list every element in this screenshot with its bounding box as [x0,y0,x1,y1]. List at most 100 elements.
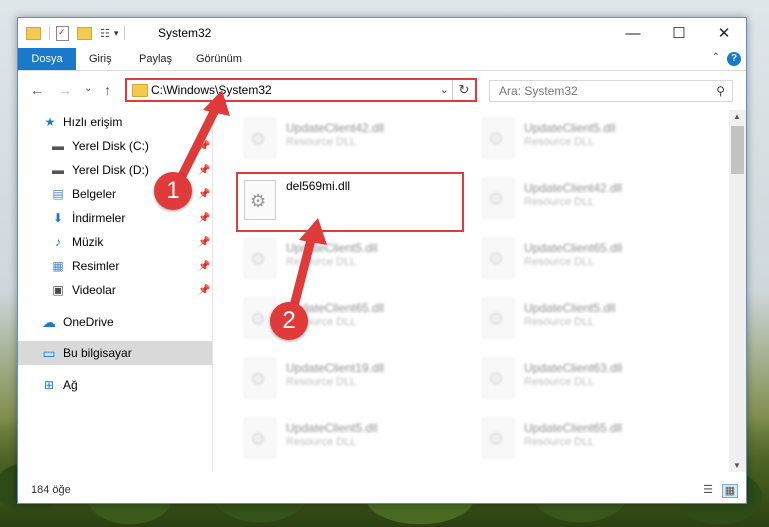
properties-icon[interactable]: ✓ [56,25,69,41]
address-bar[interactable]: C:\Windows\System32 ⌄ ↻ [125,78,477,102]
file-name: UpdateClient19.dll [286,361,385,375]
file-name: UpdateClient63.dll [524,361,623,375]
sidebar-item-onedrive[interactable]: ☁ OneDrive [18,310,212,334]
file-list: UpdateClient42.dll Resource DLL UpdateCl… [213,110,727,472]
file-type: Resource DLL [524,376,595,388]
sidebar-item-label: Belgeler [72,187,117,201]
music-icon: ♪ [55,235,61,249]
file-type: Resource DLL [286,256,357,268]
drive-icon: ▬ [52,163,64,177]
collapse-ribbon-icon[interactable]: ⌃ [712,52,720,63]
folder-icon [26,26,41,40]
dll-file-icon [482,178,514,218]
search-icon[interactable]: ⚲ [716,84,725,98]
details-view-icon[interactable]: ☰ [701,484,715,496]
tab-file[interactable]: Dosya [18,48,76,70]
dll-file-icon [482,298,514,338]
close-icon: ✕ [717,25,731,42]
sidebar-item-label: Ağ [63,378,78,392]
file-name: UpdateClient5.dll [286,421,378,435]
search-input[interactable]: Ara: System32 ⚲ [489,80,733,102]
file-type: Resource DLL [286,136,357,148]
help-icon[interactable]: ? [727,52,741,66]
navigation-pane: ★ Hızlı erişim ▬ Yerel Disk (C:) 📌 ▬ Yer… [18,110,213,472]
close-button[interactable]: ✕ [701,18,747,48]
sidebar-item-label: Yerel Disk (C:) [72,139,149,153]
sidebar-item-pictures[interactable]: ▦ Resimler 📌 [18,254,212,278]
file-item[interactable]: UpdateClient63.dll Resource DLL [476,354,706,404]
file-item[interactable]: UpdateClient42.dll Resource DLL [238,114,468,164]
pin-icon: 📌 [198,164,211,176]
separator [49,26,50,40]
file-item[interactable]: UpdateClient42.dll Resource DLL [476,174,706,224]
sidebar-item-local-disk-c[interactable]: ▬ Yerel Disk (C:) 📌 [18,134,212,158]
pin-icon: 📌 [198,188,211,200]
dll-file-icon [482,358,514,398]
highlighted-file-item[interactable]: del569mi.dll [236,172,464,232]
recent-locations-icon[interactable]: ⌄ [84,83,92,94]
file-item[interactable]: UpdateClient5.dll Resource DLL [238,414,468,464]
separator [124,26,126,40]
scroll-up-icon[interactable]: ▲ [733,112,741,121]
minimize-button[interactable]: — [610,18,656,48]
tab-home[interactable]: Giriş [89,48,112,70]
refresh-icon[interactable]: ↻ [452,80,475,100]
search-placeholder: Ara: System32 [499,84,578,98]
dll-file-icon [482,118,514,158]
download-icon: ⬇ [52,211,64,225]
file-type: Resource DLL [524,316,595,328]
drive-icon: ▬ [52,139,64,153]
file-type: Resource DLL [524,436,595,448]
new-folder-icon[interactable] [77,26,92,40]
tab-share[interactable]: Paylaş [139,48,172,70]
dll-file-icon [244,180,276,220]
sidebar-item-label: Bu bilgisayar [63,346,132,360]
network-icon: ⊞ [43,378,55,392]
pin-icon: 📌 [198,236,211,248]
file-name: del569mi.dll [286,179,351,193]
status-bar: 184 öğe ☰ ▦ [18,478,746,503]
file-item[interactable]: UpdateClient19.dll Resource DLL [238,354,468,404]
vertical-scrollbar[interactable]: ▲ ▼ [729,110,746,472]
forward-arrow-icon[interactable]: → [58,82,72,98]
dll-file-icon [482,238,514,278]
customize-dropdown-icon[interactable]: ▾ [114,28,119,39]
file-name: UpdateClient5.dll [286,241,378,255]
file-item[interactable]: UpdateClient5.dll Resource DLL [476,294,706,344]
dll-file-icon [482,418,514,458]
file-item[interactable]: UpdateClient65.dll Resource DLL [476,414,706,464]
sidebar-item-network[interactable]: ⊞ Ağ [18,373,212,397]
maximize-icon: ☐ [672,25,686,42]
sidebar-item-videos[interactable]: ▣ Videolar 📌 [18,278,212,302]
navigation-bar: ← → ⌄ ↑ C:\Windows\System32 ⌄ ↻ Ara: Sys… [18,71,746,109]
file-item[interactable]: UpdateClient5.dll Resource DLL [238,234,468,284]
item-count: 184 öğe [31,484,71,496]
maximize-button[interactable]: ☐ [656,18,702,48]
file-type: Resource DLL [286,376,357,388]
quick-access-toolbar: ✓ ☷ ▾ [26,25,126,41]
file-item[interactable]: UpdateClient65.dll Resource DLL [476,234,706,284]
up-arrow-icon[interactable]: ↑ [104,82,111,98]
sidebar-item-this-pc[interactable]: ▭ Bu bilgisayar [18,341,212,365]
star-icon: ★ [44,115,56,129]
dll-file-icon [244,418,276,458]
scroll-thumb[interactable] [731,126,744,174]
chevron-down-icon[interactable]: ⌄ [440,83,449,96]
view-options-icon[interactable]: ☷ [100,27,110,40]
sidebar-item-music[interactable]: ♪ Müzik 📌 [18,230,212,254]
tab-view[interactable]: Görünüm [196,48,242,70]
address-path[interactable]: C:\Windows\System32 [151,83,272,97]
file-type: Resource DLL [524,196,595,208]
file-name: UpdateClient42.dll [524,181,623,195]
large-icons-view-icon[interactable]: ▦ [722,484,738,498]
folder-icon [132,84,148,97]
sidebar-item-downloads[interactable]: ⬇ İndirmeler 📌 [18,206,212,230]
back-arrow-icon[interactable]: ← [30,82,44,98]
file-name: UpdateClient65.dll [524,241,623,255]
sidebar-item-quick-access[interactable]: ★ Hızlı erişim [18,110,212,134]
file-type: Resource DLL [524,136,595,148]
file-item[interactable]: UpdateClient5.dll Resource DLL [476,114,706,164]
sidebar-item-label: Resimler [72,259,120,273]
dll-file-icon [244,118,276,158]
scroll-down-icon[interactable]: ▼ [733,461,741,470]
